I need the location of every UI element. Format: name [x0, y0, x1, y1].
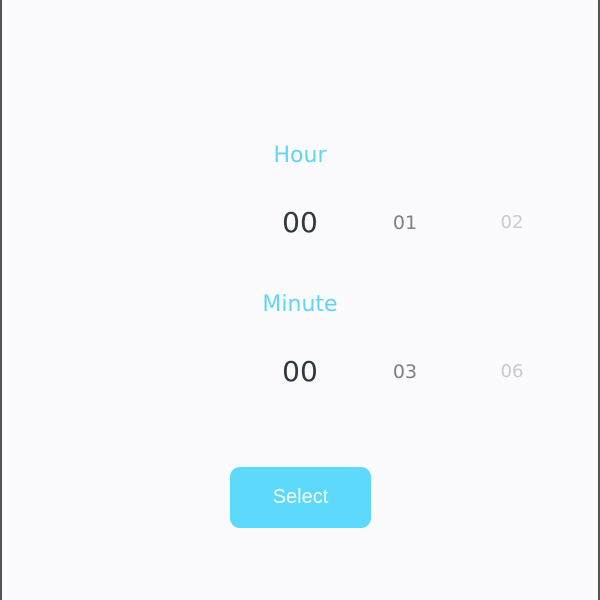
hour-picker[interactable]: 00 01 02 — [0, 203, 600, 243]
minute-picker[interactable]: 00 03 06 — [0, 352, 600, 392]
minute-option[interactable]: 06 — [501, 352, 524, 392]
hour-option[interactable]: 01 — [393, 203, 417, 243]
minute-selected[interactable]: 00 — [282, 352, 318, 392]
select-button[interactable]: Select — [230, 467, 371, 528]
minute-label: Minute — [262, 292, 338, 317]
hour-selected[interactable]: 00 — [282, 203, 318, 243]
minute-option[interactable]: 03 — [393, 352, 417, 392]
hour-label: Hour — [273, 143, 327, 168]
hour-option[interactable]: 02 — [501, 203, 524, 243]
